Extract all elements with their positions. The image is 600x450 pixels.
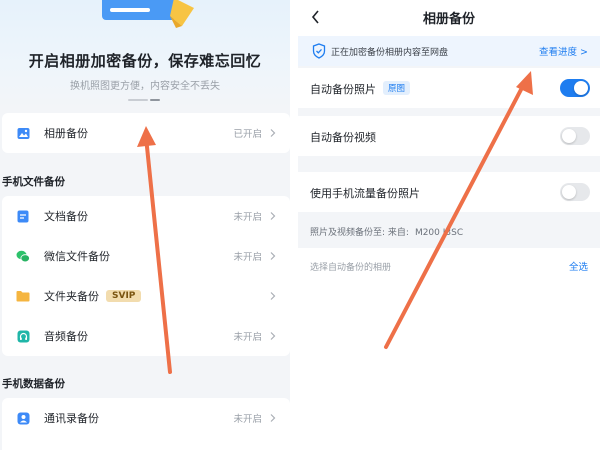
album-illustration-icon xyxy=(102,0,194,28)
contacts-icon xyxy=(16,411,30,425)
wechat-backup-item[interactable]: 微信文件备份 未开启 xyxy=(2,236,290,276)
mobile-data-backup-toggle[interactable] xyxy=(560,183,590,201)
backup-progress-banner: 正在加密备份相册内容至网盘 查看进度 > xyxy=(298,36,600,66)
auto-backup-videos-row: 自动备份视频 xyxy=(298,116,600,156)
backup-source-info: 照片及视频备份至: 来自: M200 J3SC xyxy=(310,225,463,238)
image-icon xyxy=(16,126,30,140)
folder-backup-item[interactable]: 文件夹备份 SVIP xyxy=(2,276,290,316)
auto-backup-videos-label: 自动备份视频 xyxy=(310,131,376,144)
album-backup-card: 相册备份 已开启 xyxy=(2,113,290,153)
audio-icon xyxy=(16,329,30,343)
page-title: 相册备份 xyxy=(422,12,475,27)
right-phone-screen: 相册备份 正在加密备份相册内容至网盘 查看进度 > 自动备份照片 原图 自动备份… xyxy=(298,0,600,450)
contacts-backup-label: 通讯录备份 xyxy=(44,412,99,425)
toggle-knob xyxy=(562,185,576,199)
promo-title: 开启相册加密备份，保存难忘回忆 xyxy=(28,52,262,70)
audio-backup-label: 音频备份 xyxy=(44,330,88,343)
data-backup-card: 通讯录备份 未开启 xyxy=(2,398,290,450)
toggle-knob xyxy=(562,129,576,143)
wechat-backup-status: 未开启 xyxy=(233,252,262,263)
left-phone-screen: 开启相册加密备份，保存难忘回忆 换机照图更方便，内容安全不丢失 相册备份 已开启… xyxy=(0,0,290,450)
document-backup-item[interactable]: 文档备份 未开启 xyxy=(2,196,290,236)
audio-backup-item[interactable]: 音频备份 未开启 xyxy=(2,316,290,356)
chevron-right-icon xyxy=(270,414,276,422)
document-icon xyxy=(16,209,30,223)
view-progress-link[interactable]: 查看进度 > xyxy=(539,44,588,58)
folder-backup-label: 文件夹备份 xyxy=(44,290,99,303)
document-backup-label: 文档备份 xyxy=(44,210,88,223)
chevron-right-icon xyxy=(270,332,276,340)
mobile-data-backup-label: 使用手机流量备份照片 xyxy=(310,187,420,200)
album-backup-label: 相册备份 xyxy=(44,127,88,140)
backup-source-device: M200 J3SC xyxy=(414,228,464,238)
select-all-link[interactable]: 全选 xyxy=(569,259,588,273)
toggle-knob xyxy=(574,81,588,95)
wechat-backup-label: 微信文件备份 xyxy=(44,250,110,263)
data-backup-section-header: 手机数据备份 xyxy=(2,378,65,390)
promo-subtitle: 换机照图更方便，内容安全不丢失 xyxy=(70,81,220,92)
document-backup-status: 未开启 xyxy=(233,212,262,223)
auto-backup-photos-label: 自动备份照片 xyxy=(310,83,376,96)
backup-source-label: 照片及视频备份至: 来自: xyxy=(310,228,409,238)
auto-backup-photos-toggle[interactable] xyxy=(560,79,590,97)
audio-backup-status: 未开启 xyxy=(233,332,262,343)
auto-backup-photos-row: 自动备份照片 原图 xyxy=(298,68,600,108)
shield-icon xyxy=(312,43,326,59)
chevron-right-icon xyxy=(270,252,276,260)
carousel-indicator xyxy=(128,99,162,102)
file-backup-card: 文档备份 未开启 微信文件备份 未开启 文件夹备份 SVIP 音频备份 未开启 xyxy=(2,196,290,356)
original-quality-tag[interactable]: 原图 xyxy=(383,81,411,95)
mobile-data-backup-row: 使用手机流量备份照片 xyxy=(298,172,600,212)
header-bar: 相册备份 xyxy=(298,0,600,36)
album-select-label: 选择自动备份的相册 xyxy=(310,263,392,273)
chevron-right-icon xyxy=(270,292,276,300)
promo-hero: 开启相册加密备份，保存难忘回忆 换机照图更方便，内容安全不丢失 xyxy=(0,0,290,108)
auto-backup-videos-toggle[interactable] xyxy=(560,127,590,145)
folder-icon xyxy=(16,289,30,303)
contacts-backup-item[interactable]: 通讯录备份 未开启 xyxy=(2,398,290,438)
svip-badge: SVIP xyxy=(106,290,142,302)
wechat-icon xyxy=(16,249,30,263)
file-backup-section-header: 手机文件备份 xyxy=(2,176,65,188)
banner-text: 正在加密备份相册内容至网盘 xyxy=(331,47,449,58)
chevron-right-icon xyxy=(270,129,276,137)
album-backup-status: 已开启 xyxy=(233,129,262,140)
album-select-panel: 选择自动备份的相册 全选 xyxy=(298,248,600,450)
album-backup-item[interactable]: 相册备份 已开启 xyxy=(2,113,290,153)
chevron-right-icon xyxy=(270,212,276,220)
contacts-backup-status: 未开启 xyxy=(233,414,262,425)
